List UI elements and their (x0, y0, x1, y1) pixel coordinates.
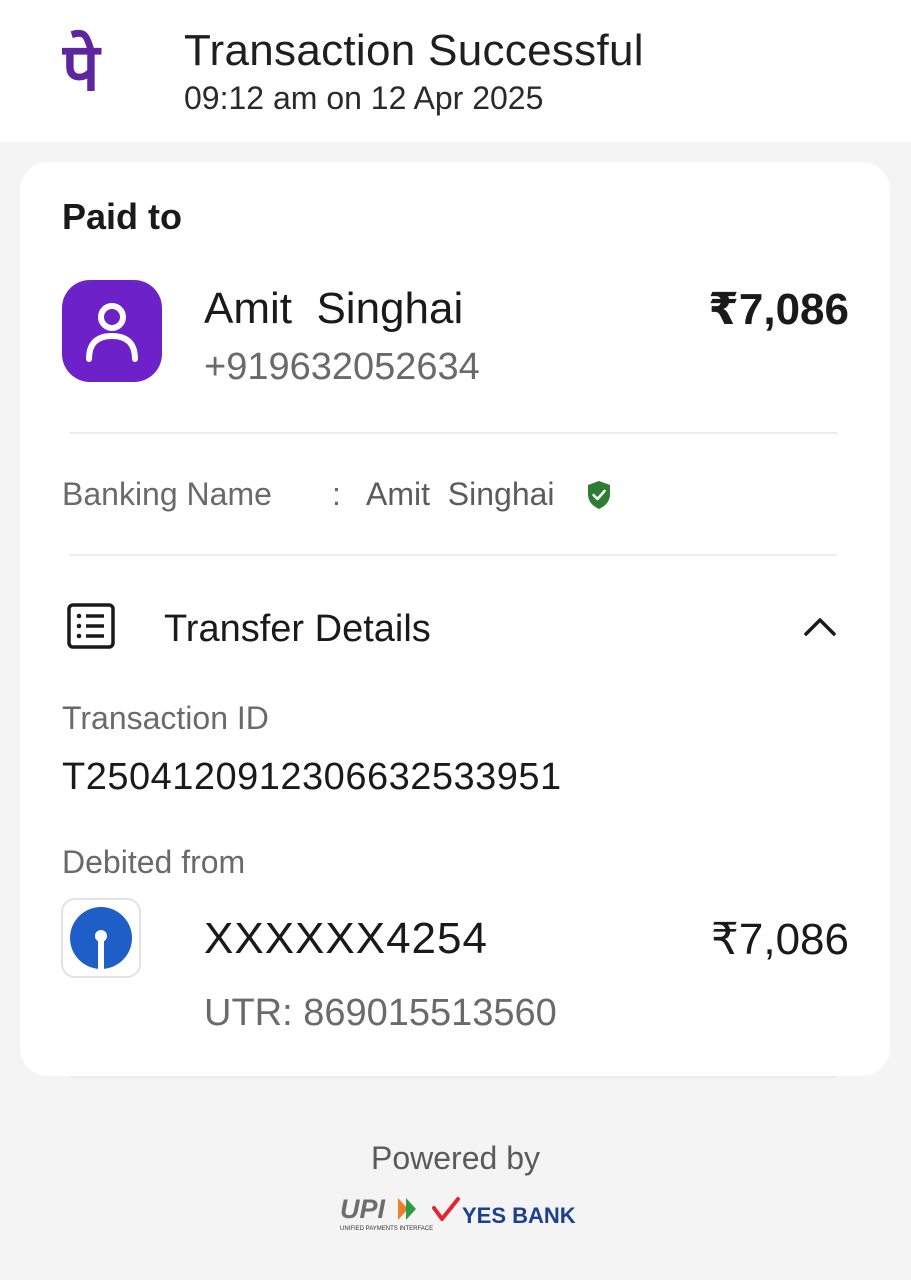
upi-logo-icon: UPI UNIFIED PAYMENTS INTERFACE (340, 1194, 433, 1232)
payee-phone: +919632052634 (204, 346, 480, 388)
svg-text:UNIFIED PAYMENTS INTERFACE: UNIFIED PAYMENTS INTERFACE (340, 1226, 433, 1232)
svg-text:YES BANK: YES BANK (462, 1203, 576, 1228)
yes-bank-logo-icon: YES BANK (432, 1197, 576, 1228)
phonepe-logo-icon: पे (62, 29, 102, 106)
powered-by-label: Powered by (371, 1140, 540, 1176)
divider (70, 554, 837, 556)
svg-text:पे: पे (62, 29, 102, 106)
utr-number[interactable]: UTR: 869015513560 (204, 992, 557, 1035)
debit-account-number: XXXXXX4254 (204, 914, 488, 963)
header: पे Transaction Successful 09:12 am on 12… (0, 0, 911, 142)
divider (70, 432, 837, 434)
banking-name-separator: : (332, 476, 341, 512)
divider (70, 1076, 837, 1078)
payee-avatar (62, 280, 162, 382)
verified-shield-icon (588, 481, 610, 509)
user-icon (86, 303, 138, 362)
paid-to-label: Paid to (62, 196, 183, 237)
receipt-list-icon (67, 603, 115, 649)
sbi-bank-icon (70, 907, 132, 969)
debit-amount: ₹7,086 (710, 915, 849, 964)
transaction-id-label: Transaction ID (62, 700, 269, 736)
transfer-details-title[interactable]: Transfer Details (164, 608, 431, 651)
payee-name: Amit Singhai (204, 284, 464, 333)
transaction-id-value[interactable]: T2504120912306632533951 (62, 756, 562, 799)
debited-from-label: Debited from (62, 844, 246, 880)
transaction-timestamp: 09:12 am on 12 Apr 2025 (184, 80, 544, 116)
page-title: Transaction Successful (184, 26, 644, 75)
svg-text:UPI: UPI (340, 1194, 386, 1224)
banking-name-label: Banking Name (62, 476, 272, 512)
paid-amount: ₹7,086 (708, 285, 849, 334)
bank-logo (61, 898, 141, 978)
chevron-up-icon[interactable] (802, 610, 838, 642)
banking-name-value: Amit Singhai (366, 476, 555, 512)
partner-logos: UPI UNIFIED PAYMENTS INTERFACE YES BANK (340, 1194, 576, 1232)
